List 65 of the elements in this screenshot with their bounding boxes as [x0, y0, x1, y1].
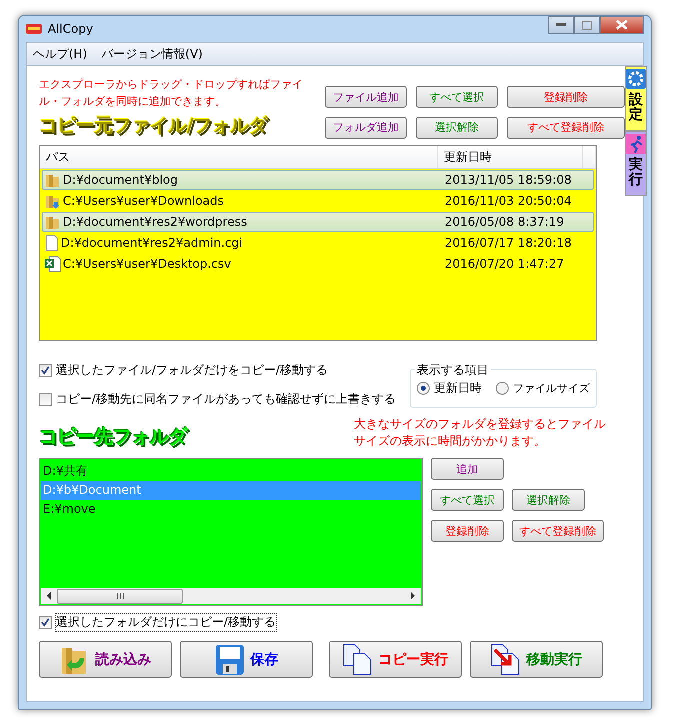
file-row[interactable]: C:¥Users¥user¥Downloads 2016/11/03 20:50:04: [42, 191, 594, 211]
modified-date: 2016/05/08 8:37:19: [444, 215, 566, 229]
folder-icon: [45, 214, 61, 230]
move-pages-icon: [490, 644, 520, 676]
modified-date: 2013/11/05 18:59:08: [444, 173, 573, 187]
source-action-button[interactable]: フォルダ追加: [325, 116, 407, 138]
file-path: C:¥Users¥user¥Desktop.csv: [63, 257, 232, 271]
checkbox[interactable]: [39, 616, 52, 629]
group-title: 表示する項目: [415, 362, 491, 379]
window-title: AllCopy: [48, 22, 94, 36]
radio-button[interactable]: [496, 382, 509, 395]
minimize-icon: [556, 23, 566, 27]
destination-action-button[interactable]: すべて選択: [431, 489, 504, 511]
close-icon: [616, 20, 628, 30]
menu-item[interactable]: ヘルプ(H): [33, 46, 88, 62]
menu-item[interactable]: バージョン情報(V): [101, 46, 203, 62]
copy-pages-icon: [342, 644, 372, 676]
radio-label: ファイルサイズ: [513, 381, 590, 396]
file-icon: [45, 235, 59, 251]
warning-text: 大きなサイズのフォルダを登録するとファイルサイズの表示に時間がかかります。: [354, 416, 607, 450]
source-action-button[interactable]: すべて選択: [416, 86, 498, 108]
destination-heading: コピー先フォルダ: [39, 425, 187, 450]
folder-list-item[interactable]: D:¥共有: [41, 462, 421, 481]
checkbox[interactable]: [39, 364, 52, 377]
action-button[interactable]: 移動実行: [470, 641, 603, 678]
spreadsheet-icon: [45, 256, 61, 272]
side-tab[interactable]: 実行: [625, 130, 647, 196]
file-path: C:¥Users¥user¥Downloads: [63, 194, 224, 208]
file-path: D:¥document¥res2¥wordpress: [63, 215, 248, 229]
folder-list-item[interactable]: E:¥move: [41, 500, 421, 519]
file-path: D:¥document¥blog: [63, 173, 178, 187]
hint-text: エクスプローラからドラッグ・ドロップすればファイル・フォルダを同時に追加できます。: [39, 77, 304, 110]
modified-date: 2016/07/20 1:47:27: [444, 257, 566, 271]
file-row[interactable]: D:¥document¥blog 2013/11/05 18:59:08: [42, 170, 594, 190]
destination-action-button[interactable]: 追加: [431, 458, 504, 480]
column-header[interactable]: パス: [40, 146, 438, 168]
action-button[interactable]: 読み込み: [39, 641, 172, 678]
download-folder-icon: [45, 193, 61, 209]
runner-icon: [626, 134, 646, 154]
file-row[interactable]: D:¥document¥res2¥wordpress 2016/05/08 8:37:19: [42, 212, 594, 232]
file-row[interactable]: C:¥Users¥user¥Desktop.csv 2016/07/20 1:47:27: [42, 254, 594, 274]
source-heading: コピー元ファイル/フォルダ: [39, 114, 270, 139]
checkbox-label: 選択したファイル/フォルダだけをコピー/移動する: [56, 362, 328, 379]
file-path: D:¥document¥res2¥admin.cgi: [61, 236, 243, 250]
horizontal-scrollbar[interactable]: [41, 588, 421, 604]
source-action-button[interactable]: ファイル追加: [325, 86, 407, 108]
destination-action-button[interactable]: 選択解除: [512, 489, 585, 511]
folder-icon: [45, 172, 61, 188]
checkbox[interactable]: [39, 393, 52, 406]
column-header[interactable]: 更新日時: [438, 146, 583, 168]
action-button[interactable]: 保存: [180, 641, 313, 678]
app-logo-icon: [26, 22, 42, 36]
close-button[interactable]: [600, 16, 644, 34]
modified-date: 2016/07/17 18:20:18: [444, 236, 573, 250]
source-action-button[interactable]: 選択解除: [416, 116, 498, 138]
modified-date: 2016/11/03 20:50:04: [444, 194, 573, 208]
side-tab[interactable]: 設定: [625, 66, 647, 131]
checkbox-label: 選択したフォルダだけにコピー/移動する: [56, 614, 276, 631]
maximize-button[interactable]: [574, 16, 600, 34]
radio-label: 更新日時: [434, 380, 482, 397]
checkbox-label: コピー/移動先に同名ファイルがあっても確認せずに上書きする: [56, 391, 396, 408]
radio-button[interactable]: [417, 382, 430, 395]
minimize-button[interactable]: [548, 16, 574, 34]
maximize-icon: [582, 20, 592, 30]
file-row[interactable]: D:¥document¥res2¥admin.cgi 2016/07/17 18:20:18: [42, 233, 594, 253]
